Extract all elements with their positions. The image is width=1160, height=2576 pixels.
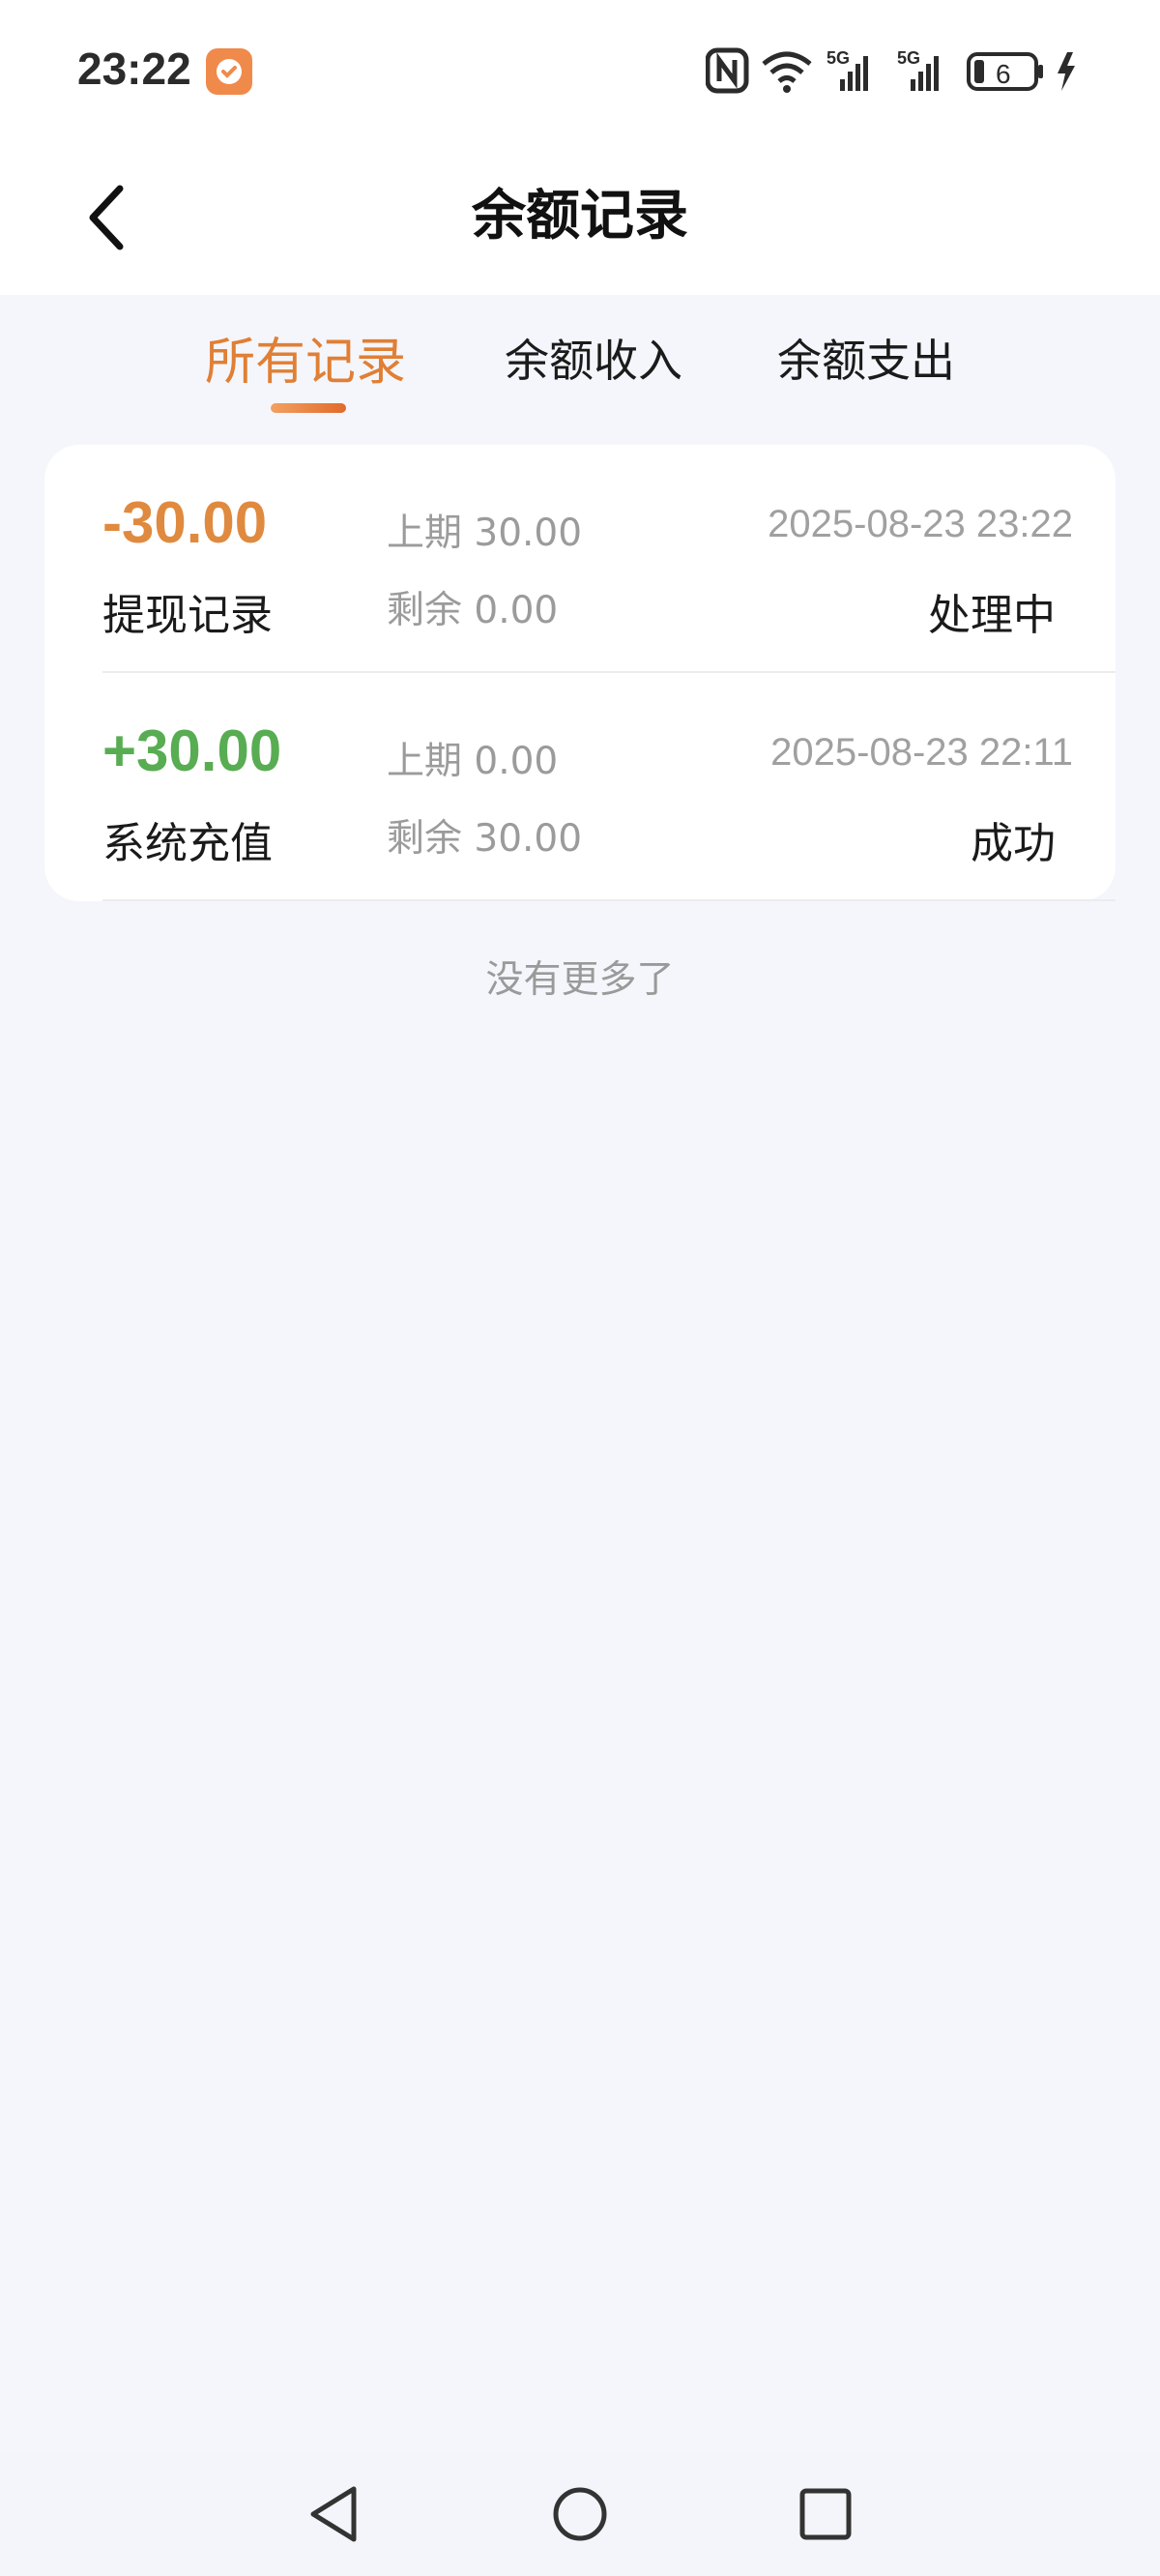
nav-recent-button[interactable] (791, 2479, 860, 2549)
record-previous-balance: 上期 30.00 (387, 512, 583, 555)
record-time: 2025-08-23 23:22 (768, 503, 1073, 545)
svg-text:5G: 5G (826, 48, 850, 68)
tab-bar: 所有记录 余额收入 余额支出 (0, 295, 1160, 425)
nav-recent-icon (799, 2488, 852, 2540)
signal-icon: 5G (897, 48, 939, 91)
divider (102, 899, 1116, 901)
record-type: 提现记录 (102, 591, 273, 640)
page-title: 余额记录 (472, 185, 688, 248)
record-type: 系统充值 (102, 819, 273, 868)
list-item[interactable]: +30.00 系统充值 上期 0.00 剩余 30.00 2025-08-23 … (44, 673, 1116, 901)
record-remaining-balance: 剩余 30.00 (387, 817, 583, 861)
svg-text:5G: 5G (897, 48, 920, 68)
charging-icon (1058, 52, 1075, 91)
page: 23:22 5G 5G 6 余额记录 所有记录 余额收入 余额支出 -30.00… (0, 0, 1160, 2576)
nfc-icon (706, 47, 749, 94)
header: 余额记录 (0, 145, 1160, 295)
nav-home-button[interactable] (545, 2479, 615, 2549)
list-item[interactable]: -30.00 提现记录 上期 30.00 剩余 0.00 2025-08-23 … (44, 445, 1116, 673)
status-time: 23:22 (77, 44, 191, 94)
active-tab-indicator (271, 403, 346, 413)
status-icons: 5G 5G 6 (706, 46, 1092, 95)
svg-text:6: 6 (996, 59, 1011, 89)
nav-back-button[interactable] (300, 2479, 369, 2549)
record-time: 2025-08-23 22:11 (770, 731, 1073, 774)
record-status: 处理中 (928, 591, 1056, 640)
list-end-text: 没有更多了 (485, 958, 675, 1002)
record-amount: -30.00 (102, 490, 268, 555)
signal-icon: 5G (826, 48, 868, 91)
record-previous-balance: 上期 0.00 (387, 740, 559, 783)
record-status: 成功 (971, 819, 1056, 868)
app-notification-icon (206, 48, 252, 95)
record-remaining-balance: 剩余 0.00 (387, 589, 559, 632)
wifi-icon (762, 51, 812, 93)
nav-home-icon (553, 2487, 607, 2541)
tab-balance-expense[interactable]: 余额支出 (777, 326, 955, 390)
record-amount: +30.00 (102, 718, 282, 783)
tab-all-records[interactable]: 所有记录 (205, 321, 406, 394)
nav-back-icon (310, 2486, 357, 2542)
status-bar: 23:22 5G 5G 6 (0, 0, 1160, 145)
system-nav-bar (0, 2452, 1160, 2576)
battery-icon: 6 (967, 52, 1043, 91)
tab-balance-income[interactable]: 余额收入 (505, 326, 682, 390)
records-list: -30.00 提现记录 上期 30.00 剩余 0.00 2025-08-23 … (44, 445, 1116, 901)
